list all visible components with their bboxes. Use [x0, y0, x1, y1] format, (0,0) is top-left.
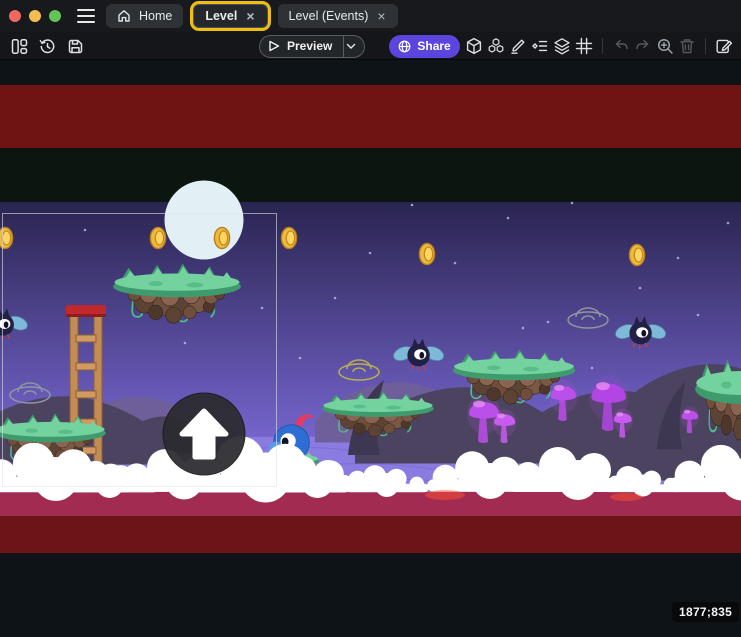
tab-strip: Home Level × Level (Events) ×	[106, 4, 398, 28]
star	[522, 327, 525, 330]
star	[591, 367, 594, 370]
hamburger-icon[interactable]	[77, 9, 95, 23]
coin[interactable]	[419, 243, 434, 264]
save-icon[interactable]	[66, 37, 84, 55]
instances-list-icon[interactable]	[531, 37, 549, 55]
home-icon	[117, 9, 131, 23]
cursor-coordinates-badge: 1877;835	[672, 602, 739, 622]
star	[454, 262, 457, 265]
panels-icon[interactable]	[10, 37, 28, 55]
preview-split-divider	[343, 36, 344, 57]
globe-icon	[398, 40, 411, 53]
invisible-object-outline[interactable]	[339, 360, 379, 380]
scene-properties-icon[interactable]	[715, 37, 733, 55]
bat-enemy[interactable]	[0, 308, 30, 339]
star	[261, 307, 264, 310]
share-button[interactable]: Share	[389, 35, 459, 58]
star	[334, 297, 337, 300]
tab-bar: Home Level × Level (Events) ×	[0, 0, 741, 32]
tab-label: Home	[139, 9, 172, 23]
invisible-object-outline[interactable]	[10, 383, 50, 403]
zoom-window-button[interactable]	[49, 10, 61, 22]
redo-icon[interactable]	[634, 37, 652, 55]
coin[interactable]	[281, 227, 296, 248]
tab-level-events[interactable]: Level (Events) ×	[278, 4, 398, 28]
share-label: Share	[417, 39, 450, 53]
tab-home[interactable]: Home	[106, 4, 183, 28]
window-controls	[9, 10, 61, 22]
moon[interactable]	[165, 181, 244, 260]
coin[interactable]	[150, 227, 165, 248]
close-tab-icon[interactable]: ×	[245, 9, 255, 23]
tab-label: Level	[205, 9, 237, 23]
coin[interactable]	[629, 244, 644, 265]
close-tab-icon[interactable]: ×	[376, 9, 386, 23]
cloud[interactable]	[345, 465, 429, 497]
floating-island[interactable]	[113, 263, 241, 323]
close-window-button[interactable]	[9, 10, 21, 22]
star	[507, 217, 510, 220]
objects-icon[interactable]	[465, 37, 483, 55]
toolbar-center-group: Preview Share	[259, 32, 460, 60]
toolbar-divider	[602, 38, 603, 54]
star	[299, 357, 302, 360]
star	[697, 314, 700, 317]
delete-icon[interactable]	[678, 37, 696, 55]
bat-enemy[interactable]	[391, 338, 445, 370]
toolbar: Preview Share	[0, 32, 741, 60]
zoom-in-icon[interactable]	[656, 37, 674, 55]
scene-sprites	[0, 60, 741, 637]
bat-enemy[interactable]	[613, 316, 667, 348]
star	[184, 342, 187, 345]
edit-icon[interactable]	[509, 37, 527, 55]
toolbar-left-group	[10, 32, 84, 60]
toolbar-right-group	[465, 32, 733, 60]
tab-label: Level (Events)	[289, 9, 369, 23]
gdevelop-window: { "window": { "traffic_lights": { "close…	[0, 0, 741, 637]
coin[interactable]	[0, 227, 13, 248]
star	[84, 229, 87, 232]
invisible-object-outline[interactable]	[568, 308, 608, 328]
lava-glow[interactable]	[425, 490, 465, 500]
jump-button-sprite[interactable]	[163, 393, 245, 475]
toolbar-divider	[705, 38, 706, 54]
preview-button[interactable]: Preview	[259, 35, 365, 58]
layers-icon[interactable]	[553, 37, 571, 55]
scene-editor-canvas[interactable]: 1877;835	[0, 60, 741, 637]
minimize-window-button[interactable]	[29, 10, 41, 22]
tab-level[interactable]: Level ×	[193, 4, 267, 28]
star	[571, 202, 574, 205]
object-groups-icon[interactable]	[487, 37, 505, 55]
star	[547, 321, 550, 324]
history-icon[interactable]	[38, 37, 56, 55]
star	[677, 257, 680, 260]
coin[interactable]	[214, 227, 229, 248]
star	[411, 204, 414, 207]
grid-icon[interactable]	[575, 37, 593, 55]
play-icon	[268, 40, 280, 52]
chevron-down-icon[interactable]	[346, 43, 356, 50]
lava-glow[interactable]	[610, 493, 642, 501]
undo-icon[interactable]	[612, 37, 630, 55]
star	[369, 252, 372, 255]
star	[639, 287, 642, 290]
star	[727, 222, 730, 225]
preview-label: Preview	[287, 39, 332, 53]
